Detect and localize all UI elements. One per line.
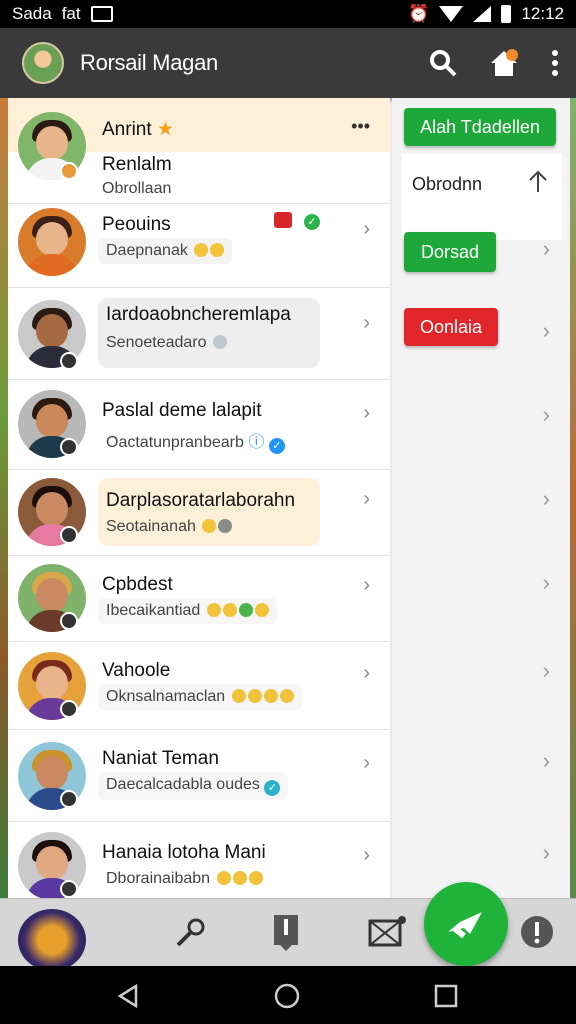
chevron-right-icon[interactable]: › — [363, 488, 370, 511]
list-item[interactable]: Cpbdest Ibecaikantiad › — [8, 556, 390, 642]
list-item[interactable]: Anrint ★ ••• Renlalm Obrollaan — [8, 98, 390, 204]
list-item[interactable]: Vahoole Oknsalnamaclan › — [8, 642, 390, 730]
back-icon[interactable] — [116, 983, 140, 1013]
star-icon: ★ — [151, 119, 174, 140]
message-preview: Seotainanah — [98, 514, 240, 540]
green-status-button[interactable]: Dorsad — [404, 232, 496, 272]
pin-icon[interactable] — [172, 915, 208, 956]
info-icon: ⓘ — [248, 434, 265, 451]
bookmark-icon[interactable] — [270, 913, 302, 956]
message-preview: Obrollaan — [102, 180, 172, 197]
red-status-button[interactable]: Oonlaia — [404, 308, 498, 346]
upload-icon[interactable] — [526, 168, 550, 199]
chevron-right-icon[interactable]: › — [363, 844, 370, 867]
app-bar: Rorsail Magan — [0, 28, 576, 98]
message-preview: Ibecaikantiad — [98, 598, 277, 624]
verified-icon: ✓ — [304, 214, 320, 230]
contact-name: Renlalm — [102, 154, 172, 175]
home-icon[interactable] — [488, 48, 520, 78]
status-time: 12:12 — [521, 4, 564, 23]
chevron-right-icon[interactable]: › — [363, 402, 370, 425]
contact-name: Hanaia lotoha Mani — [102, 842, 266, 863]
status-bar: Sada fat ⏰ 12:12 — [0, 0, 576, 28]
list-item[interactable]: Naniat Teman Daecalcadabla oudes ✓ › — [8, 730, 390, 822]
chevron-right-icon[interactable]: › — [363, 312, 370, 335]
contact-name: Iardoaobncheremlapa — [106, 304, 291, 325]
status-app-label: Sada — [12, 4, 52, 23]
chevron-right-icon[interactable]: › — [363, 752, 370, 775]
chat-list[interactable]: Anrint ★ ••• Renlalm Obrollaan Peouins ✓… — [8, 98, 390, 898]
message-preview: Oactatunpranbearb ⓘ ✓ — [98, 424, 293, 458]
contact-name: Vahoole — [102, 660, 171, 681]
panel-item[interactable]: Obrodnn — [402, 154, 562, 240]
chevron-right-icon[interactable]: › — [543, 318, 550, 344]
status-app-label-2: fat — [61, 4, 81, 23]
chevron-right-icon[interactable]: › — [543, 402, 550, 428]
status-badge — [60, 438, 78, 456]
list-item[interactable]: Hanaia lotoha Mani Dborainaibabn › — [8, 822, 390, 898]
contact-name: Darplasoratarlaborahn — [106, 490, 296, 511]
home-nav-icon[interactable] — [274, 983, 300, 1014]
side-panel: Alah Tdadellen Obrodnn Dorsad › Oonlaia … — [392, 98, 570, 898]
gift-icon — [274, 212, 292, 228]
status-badge — [60, 790, 78, 808]
chevron-right-icon[interactable]: › — [543, 840, 550, 866]
avatar — [18, 208, 86, 276]
message-preview: Oknsalnamaclan — [98, 684, 302, 710]
message-preview: Daecalcadabla oudes ✓ — [98, 772, 289, 800]
contact-name: Paslal deme lalapit — [102, 400, 262, 421]
chevron-right-icon[interactable]: › — [543, 486, 550, 512]
chevron-right-icon[interactable]: › — [543, 658, 550, 684]
background-strip-right — [570, 98, 576, 898]
mail-icon — [90, 6, 113, 22]
message-preview: Daepnanak — [98, 238, 233, 264]
chevron-right-icon[interactable]: › — [543, 570, 550, 596]
chevron-right-icon[interactable]: › — [543, 236, 550, 262]
contact-name: Cpbdest — [102, 574, 173, 595]
compose-fab-button[interactable] — [424, 882, 508, 966]
wifi-icon — [439, 6, 464, 22]
status-badge — [60, 612, 78, 630]
list-item[interactable]: Peouins ✓ Daepnanak › — [8, 204, 390, 288]
signal-icon — [473, 6, 492, 22]
app-title: Rorsail Magan — [80, 50, 218, 75]
list-item[interactable]: Iardoaobncheremlapa Senoeteadaro › — [8, 288, 390, 380]
message-preview: Senoeteadaro — [98, 330, 235, 356]
recents-icon[interactable] — [434, 984, 458, 1013]
message-preview: Dborainaibabn — [98, 866, 271, 892]
status-badge — [60, 526, 78, 544]
list-item[interactable]: Darplasoratarlaborahn Seotainanah › — [8, 470, 390, 556]
chevron-right-icon[interactable]: › — [363, 574, 370, 597]
send-icon — [448, 912, 482, 939]
status-badge — [60, 700, 78, 718]
panel-item-label: Obrodnn — [412, 174, 483, 194]
background-strip-left — [0, 98, 8, 898]
status-badge — [60, 162, 78, 180]
contact-name: Naniat Teman — [102, 748, 219, 769]
more-menu-icon[interactable] — [550, 48, 560, 78]
alert-icon[interactable] — [520, 915, 554, 954]
list-item[interactable]: Paslal deme lalapit Oactatunpranbearb ⓘ … — [8, 380, 390, 470]
game-thumbnail[interactable] — [18, 909, 86, 971]
alarm-icon: ⏰ — [408, 4, 430, 23]
top-action-button[interactable]: Alah Tdadellen — [404, 108, 556, 146]
more-icon[interactable]: ••• — [351, 116, 370, 137]
status-badge — [60, 880, 78, 898]
contact-name: Peouins — [102, 214, 171, 235]
mail-icon[interactable] — [368, 915, 406, 954]
status-badge — [60, 352, 78, 370]
chevron-right-icon[interactable]: › — [543, 748, 550, 774]
chevron-right-icon[interactable]: › — [363, 218, 370, 241]
battery-icon — [501, 5, 512, 23]
search-icon[interactable] — [428, 48, 458, 78]
row-title: Anrint ★ — [102, 119, 174, 140]
system-nav-bar — [0, 966, 576, 1024]
profile-avatar[interactable] — [22, 42, 64, 84]
chevron-right-icon[interactable]: › — [363, 662, 370, 685]
